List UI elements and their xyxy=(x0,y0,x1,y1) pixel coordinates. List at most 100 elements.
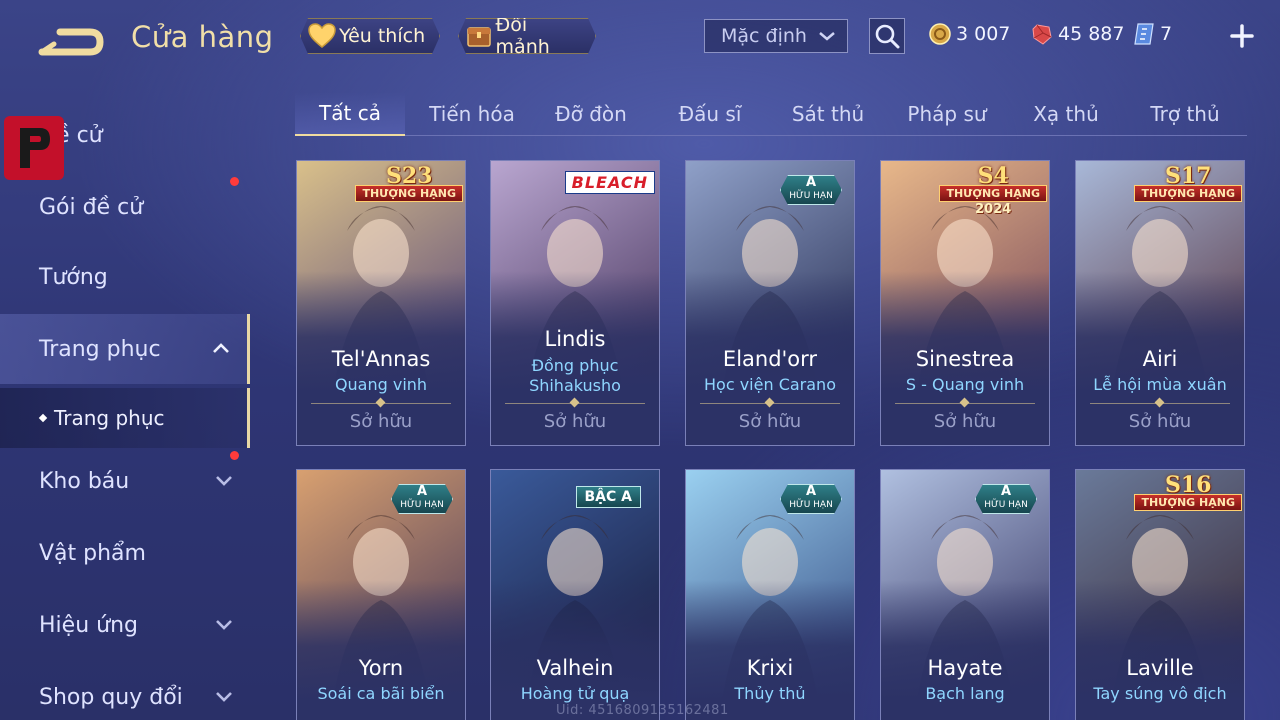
skin-hero-name: Tel'Annas xyxy=(331,347,431,371)
sidebar-item-label: Tướng xyxy=(39,264,108,290)
sort-dropdown[interactable]: Mặc định xyxy=(704,19,848,53)
owned-status: Sở hữu xyxy=(738,411,802,432)
search-icon xyxy=(875,24,900,49)
skin-tier-badge: A HỮU HẠN xyxy=(975,472,1045,514)
trade-shards-label: Đổi mảnh xyxy=(495,14,550,58)
skin-card[interactable]: A HỮU HẠN Eland'orr Học viện Carano Sở hữu xyxy=(685,160,855,446)
favorite-button[interactable]: Yêu thích xyxy=(300,18,440,54)
voucher-icon xyxy=(1132,22,1156,46)
skin-tier-badge: BLEACH xyxy=(564,163,655,194)
tab-marksman[interactable]: Xạ thủ xyxy=(1011,92,1121,136)
skin-card[interactable]: S17 THƯỢNG HẠNG Airi Lễ hội mùa xuân Sở hữu xyxy=(1075,160,1245,446)
skin-tier-badge: A HỮU HẠN xyxy=(780,163,850,205)
skin-card[interactable]: BẬC A Valhein Hoàng tử quạ xyxy=(490,469,660,720)
skin-card[interactable]: A HỮU HẠN Yorn Soái ca bãi biển xyxy=(296,469,466,720)
gold-coin-icon xyxy=(928,22,952,46)
user-id: Uid: 4516809135162481 xyxy=(556,703,729,718)
tab-evolution[interactable]: Tiến hóa xyxy=(417,92,527,136)
skin-hero-name: Hayate xyxy=(927,656,1003,680)
skin-name: Hoàng tử quạ xyxy=(520,684,630,703)
sidebar-item-items[interactable]: Vật phẩm xyxy=(0,518,250,588)
skin-tier-badge: A HỮU HẠN xyxy=(780,472,850,514)
sidebar-item-recommended-bundles[interactable]: Gói đề cử xyxy=(0,172,250,242)
tab-tank[interactable]: Đỡ đòn xyxy=(536,92,646,136)
tab-label: Tất cả xyxy=(319,101,381,125)
tab-label: Tiến hóa xyxy=(429,102,515,126)
sidebar-item-skins[interactable]: Trang phục xyxy=(0,314,250,384)
sidebar-item-label: Trang phục xyxy=(39,336,161,362)
skin-card[interactable]: S23 THƯỢNG HẠNG Tel'Annas Quang vinh Sở hữu xyxy=(296,160,466,446)
skin-name: Đồng phục xyxy=(531,356,619,375)
plus-icon xyxy=(1230,24,1254,48)
p-logo-icon xyxy=(20,128,50,168)
tab-label: Xạ thủ xyxy=(1033,102,1099,126)
skin-name: S - Quang vinh xyxy=(905,375,1025,394)
skin-tier-badge: BẬC A xyxy=(575,472,656,508)
skin-card[interactable]: A HỮU HẠN Krixi Thủy thủ xyxy=(685,469,855,720)
sidebar-item-label: Gói đề cử xyxy=(39,194,144,220)
tab-all[interactable]: Tất cả xyxy=(295,92,405,136)
skin-name: Bạch lang xyxy=(925,684,1005,703)
page-title: Cửa hàng xyxy=(131,20,274,54)
sort-value: Mặc định xyxy=(721,25,807,47)
search-button[interactable] xyxy=(869,18,905,54)
sidebar-item-label: Shop quy đổi xyxy=(39,684,183,710)
skin-name: Lễ hội mùa xuân xyxy=(1093,375,1227,394)
back-arrow-icon xyxy=(38,28,104,56)
skin-name: Thủy thủ xyxy=(734,684,806,703)
top-bar: Cửa hàng Yêu thích Đổi mảnh Mặc định 3 0… xyxy=(0,0,1280,72)
skin-hero-name: Airi xyxy=(1142,347,1178,371)
skin-card[interactable]: S4 THƯỢNG HẠNG 2024 Sinestrea S - Quang vinh… xyxy=(880,160,1050,446)
skin-name-line2: Shihakusho xyxy=(529,376,621,395)
streamer-logo xyxy=(4,116,64,180)
skin-tier-badge: A HỮU HẠN xyxy=(391,472,461,514)
voucher-currency: 7 xyxy=(1132,20,1172,48)
gold-currency: 3 007 xyxy=(928,20,1010,48)
skin-name: Học viện Carano xyxy=(704,375,836,394)
gold-amount: 3 007 xyxy=(956,23,1011,45)
skin-tier-badge: S4 THƯỢNG HẠNG 2024 xyxy=(939,163,1047,217)
notification-dot xyxy=(230,177,239,186)
skin-tier-badge: S23 THƯỢNG HẠNG xyxy=(355,163,463,202)
sidebar-item-label: Hiệu ứng xyxy=(39,612,138,638)
sidebar-item-heroes[interactable]: Tướng xyxy=(0,242,250,312)
tab-support[interactable]: Trợ thủ xyxy=(1130,92,1240,136)
skin-name: Tay súng vô địch xyxy=(1093,684,1227,703)
tab-label: Đấu sĩ xyxy=(678,102,742,126)
sidebar-item-treasure[interactable]: Kho báu xyxy=(0,446,250,516)
skin-tier-badge: S16 THƯỢNG HẠNG xyxy=(1134,472,1242,511)
sidebar-subitem-skins[interactable]: Trang phục xyxy=(0,388,250,448)
skin-card[interactable]: S16 THƯỢNG HẠNG Laville Tay súng vô địch xyxy=(1075,469,1245,720)
sidebar-item-exchange-shop[interactable]: Shop quy đổi xyxy=(0,662,250,720)
card-divider xyxy=(1090,403,1230,404)
card-divider xyxy=(700,403,840,404)
skin-card[interactable]: A HỮU HẠN Hayate Bạch lang xyxy=(880,469,1050,720)
sidebar-item-effects[interactable]: Hiệu ứng xyxy=(0,590,250,660)
owned-status: Sở hữu xyxy=(933,411,997,432)
tab-label: Sát thủ xyxy=(791,102,865,126)
chevron-down-icon xyxy=(216,620,232,630)
tab-fighter[interactable]: Đấu sĩ xyxy=(655,92,765,136)
tab-label: Đỡ đòn xyxy=(555,102,627,126)
heart-icon xyxy=(307,21,337,51)
role-tabs: Tất cả Tiến hóa Đỡ đòn Đấu sĩ Sát thủ Ph… xyxy=(295,92,1247,136)
skin-tier-badge: S17 THƯỢNG HẠNG xyxy=(1134,163,1242,202)
tab-label: Pháp sư xyxy=(907,102,987,126)
tab-mage[interactable]: Pháp sư xyxy=(892,92,1002,136)
skin-hero-name: Eland'orr xyxy=(722,347,818,371)
chest-icon xyxy=(465,21,494,51)
card-divider xyxy=(505,403,645,404)
tab-assassin[interactable]: Sát thủ xyxy=(773,92,883,136)
sidebar-item-label: Vật phẩm xyxy=(39,540,146,566)
ruby-icon xyxy=(1030,22,1054,46)
trade-shards-button[interactable]: Đổi mảnh xyxy=(458,18,596,54)
category-sidebar: Đề cử Gói đề cử Tướng Trang phục Trang p… xyxy=(0,96,252,720)
owned-status: Sở hữu xyxy=(349,411,413,432)
back-button[interactable] xyxy=(38,22,104,58)
voucher-amount: 7 xyxy=(1160,23,1173,45)
skin-hero-name: Krixi xyxy=(746,656,794,680)
add-currency-button[interactable] xyxy=(1226,20,1258,52)
chevron-down-icon xyxy=(216,692,232,702)
sidebar-subitem-label: Trang phục xyxy=(54,406,165,430)
skin-card[interactable]: BLEACH Lindis Đồng phục Shihakusho Sở hữu xyxy=(490,160,660,446)
